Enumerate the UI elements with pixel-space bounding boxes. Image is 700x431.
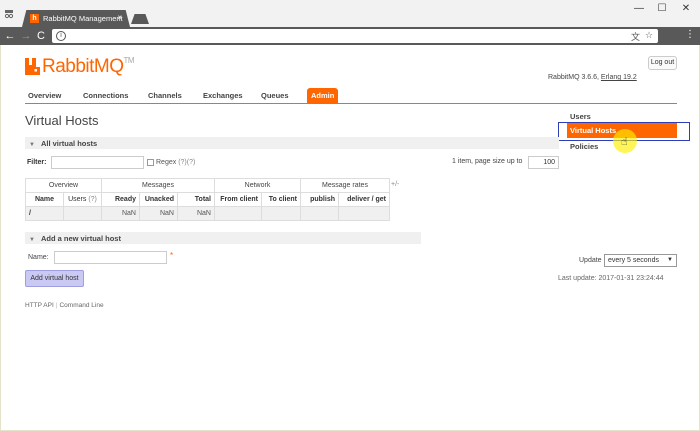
translate-icon[interactable]: 文: [631, 30, 640, 43]
pagination-text: 1 item, page size up to: [452, 158, 523, 165]
column-toggle-link[interactable]: +/-: [391, 181, 399, 188]
update-label: Update: [579, 257, 602, 264]
col-deliver-get[interactable]: deliver / get: [338, 192, 390, 207]
footer: HTTP API | Command Line: [25, 302, 104, 309]
name-label: Name:: [28, 254, 49, 261]
vhost-name-link[interactable]: /: [25, 206, 64, 221]
cell-ready: NaN: [101, 206, 140, 221]
nav-overview[interactable]: Overview: [28, 91, 61, 100]
page-size-input[interactable]: 100: [528, 156, 559, 169]
section-all-virtual-hosts[interactable]: ▼ All virtual hosts: [25, 137, 559, 149]
group-network: Network: [214, 178, 301, 193]
col-to-client[interactable]: To client: [261, 192, 301, 207]
col-unacked[interactable]: Unacked: [139, 192, 178, 207]
regex-checkbox[interactable]: [147, 159, 154, 166]
cell-from-client: [214, 206, 262, 221]
regex-label: Regex (?)(?): [156, 159, 196, 166]
group-messages: Messages: [101, 178, 215, 193]
footer-separator: |: [55, 302, 58, 309]
address-bar[interactable]: i 文 ☆: [52, 29, 658, 43]
star-icon[interactable]: ☆: [645, 30, 653, 41]
section-add-virtual-host[interactable]: ▼ Add a new virtual host: [25, 232, 421, 244]
dropdown-arrow-icon: ▼: [667, 257, 673, 263]
sidebar-item-policies[interactable]: Policies: [570, 142, 598, 151]
forward-arrow-icon[interactable]: →: [20, 29, 32, 43]
browser-menu-icon[interactable]: ⋮: [685, 29, 695, 40]
collapse-triangle-icon: ▼: [29, 142, 35, 148]
vhost-name-input[interactable]: [54, 251, 167, 264]
close-window-icon[interactable]: ✕: [679, 3, 693, 14]
tab-close-icon[interactable]: ×: [117, 13, 122, 22]
version-info: RabbitMQ 3.6.6, Erlang 19.2: [548, 74, 637, 81]
cell-users: [63, 206, 102, 221]
back-arrow-icon[interactable]: ←: [4, 29, 16, 43]
col-publish[interactable]: publish: [300, 192, 339, 207]
selected-interval: every 5 seconds: [608, 257, 659, 264]
erlang-version-link[interactable]: Erlang 19.2: [601, 74, 637, 81]
table-row[interactable]: / NaN NaN NaN: [25, 206, 390, 221]
browser-toolbar: ← → C i 文 ☆ ⋮: [0, 27, 700, 45]
group-message-rates: Message rates: [300, 178, 390, 193]
nav-connections[interactable]: Connections: [83, 91, 128, 100]
rabbitmq-logo-icon: [25, 58, 40, 75]
col-ready[interactable]: Ready: [101, 192, 140, 207]
nav-exchanges[interactable]: Exchanges: [203, 91, 243, 100]
incognito-icon: [4, 10, 14, 19]
reload-icon[interactable]: C: [35, 29, 47, 43]
nav-admin[interactable]: Admin: [307, 88, 339, 104]
page-title: Virtual Hosts: [25, 113, 99, 128]
regex-help-link[interactable]: (?)(?): [178, 159, 195, 166]
minimize-icon[interactable]: —: [632, 3, 646, 14]
logout-button[interactable]: Log out: [648, 56, 677, 70]
new-tab-button[interactable]: [131, 14, 149, 24]
cell-publish: [300, 206, 339, 221]
required-marker: *: [170, 251, 174, 260]
nav-queues[interactable]: Queues: [261, 91, 289, 100]
sidebar-item-users[interactable]: Users: [570, 112, 591, 121]
http-api-link[interactable]: HTTP API: [25, 302, 54, 309]
add-virtual-host-button[interactable]: Add virtual host: [25, 270, 84, 287]
section-title: Add a new virtual host: [40, 234, 121, 243]
cell-to-client: [261, 206, 301, 221]
browser-tabbar: h RabbitMQ Management × — ☐ ✕: [0, 0, 700, 27]
col-users[interactable]: Users (?): [63, 192, 102, 207]
maximize-icon[interactable]: ☐: [655, 3, 669, 14]
main-nav: Overview Connections Channels Exchanges …: [25, 88, 677, 104]
page: RabbitMQTM Log out RabbitMQ 3.6.6, Erlan…: [0, 45, 700, 431]
logo-text: RabbitMQTM: [42, 56, 135, 77]
cell-deliver-get: [338, 206, 390, 221]
rabbitmq-favicon-icon: h: [30, 14, 39, 23]
update-interval-select[interactable]: every 5 seconds ▼: [604, 254, 677, 267]
tab-title: RabbitMQ Management: [43, 14, 123, 23]
section-title: All virtual hosts: [40, 139, 98, 148]
cell-unacked: NaN: [139, 206, 178, 221]
filter-input[interactable]: [51, 156, 144, 169]
last-update-text: Last update: 2017-01-31 23:24:44: [558, 275, 664, 282]
nav-channels[interactable]: Channels: [148, 91, 182, 100]
col-total[interactable]: Total: [177, 192, 215, 207]
hand-cursor-icon: ☝: [621, 136, 628, 148]
virtual-hosts-table: Overview Messages Network Message rates …: [25, 178, 390, 221]
filter-label: Filter:: [27, 159, 47, 166]
command-line-link[interactable]: Command Line: [59, 302, 103, 309]
col-name[interactable]: Name: [25, 192, 64, 207]
info-icon[interactable]: i: [56, 31, 66, 41]
col-from-client[interactable]: From client: [214, 192, 262, 207]
collapse-triangle-icon: ▼: [29, 237, 35, 243]
group-overview: Overview: [25, 178, 102, 193]
browser-tab[interactable]: h RabbitMQ Management ×: [22, 10, 130, 27]
cell-total: NaN: [177, 206, 215, 221]
